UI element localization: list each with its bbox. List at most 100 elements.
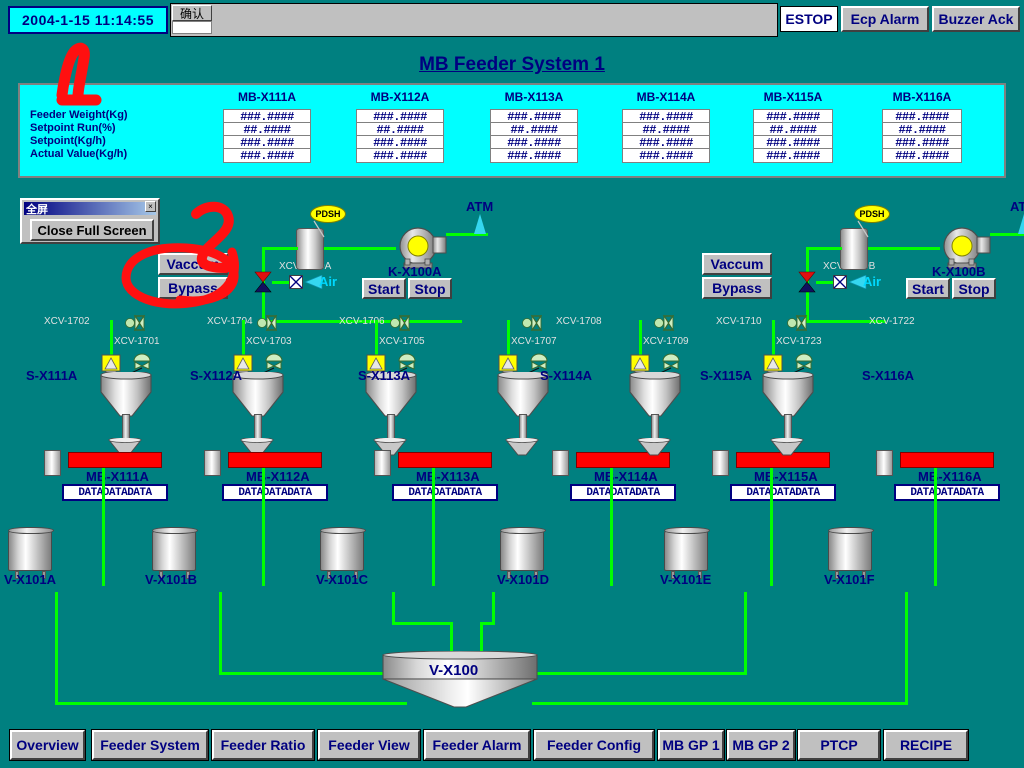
tank-lid-5 xyxy=(664,527,710,534)
silo-tag-3: S-X113A xyxy=(358,368,411,383)
pipe-segment xyxy=(242,320,245,358)
air-label-1: Air xyxy=(319,274,338,289)
main-vessel xyxy=(380,650,540,709)
tank-tag-4: V-X101D xyxy=(497,572,550,587)
pipe-segment xyxy=(324,247,396,250)
pipe-segment xyxy=(816,281,834,284)
feeder-bar-1 xyxy=(68,452,162,468)
navigation-bar: Overview Feeder System Feeder Ratio Feeder … xyxy=(0,726,1024,768)
feeder-bar-3 xyxy=(398,452,492,468)
blower-2 xyxy=(940,225,992,269)
silo-valve-tag-2: XCV-1703 xyxy=(246,336,292,347)
silo-valve-tag-6: XCV-1723 xyxy=(776,336,822,347)
pipe-segment xyxy=(102,468,105,586)
silo-valve-tag-4: XCV-1707 xyxy=(511,336,557,347)
air-label-2: Air xyxy=(863,274,882,289)
blower-tag-2: K-X100B xyxy=(932,264,986,279)
silo-body-6 xyxy=(760,370,816,420)
bypass-button-1[interactable]: Bypass xyxy=(158,277,228,299)
nav-button-feeder-alarm[interactable]: Feeder Alarm xyxy=(423,729,531,761)
top-valve-1[interactable] xyxy=(125,314,146,332)
silo-valve-tag-1: XCV-1701 xyxy=(114,336,160,347)
nav-button-mb-gp-1[interactable]: MB GP 1 xyxy=(657,729,725,761)
nav-button-feeder-system[interactable]: Feeder System xyxy=(91,729,209,761)
stop-button-1[interactable]: Stop xyxy=(408,278,452,299)
feeder-motor-4 xyxy=(552,450,569,476)
three-way-valve-1[interactable] xyxy=(254,271,272,293)
atm-vent-icon-1 xyxy=(474,214,486,234)
top-valve-tag-6: XCV-1722 xyxy=(869,316,915,327)
feeder-tag-1: MB-X111A xyxy=(86,469,149,484)
feeder-motor-3 xyxy=(374,450,391,476)
silo-tag-5: S-X115A xyxy=(700,368,753,383)
blower-tag-1: K-X100A xyxy=(388,264,442,279)
bypass-button-2[interactable]: Bypass xyxy=(702,277,772,299)
start-button-2[interactable]: Start xyxy=(906,278,950,299)
top-valve-tag-5: XCV-1710 xyxy=(716,316,762,327)
pipe-segment xyxy=(639,320,642,358)
feeder-data-box-2: DATADATADATA xyxy=(222,484,328,501)
mimic-diagram: VaccumBypassAirXCV-1700APDSHATMK-X100ASt… xyxy=(0,0,1024,768)
nav-button-feeder-ratio[interactable]: Feeder Ratio xyxy=(211,729,315,761)
top-valve-5[interactable] xyxy=(654,314,675,332)
feeder-motor-5 xyxy=(712,450,729,476)
atm-vent-icon-2 xyxy=(1018,214,1024,234)
pipe-segment xyxy=(110,320,113,358)
close-icon[interactable]: × xyxy=(145,201,156,212)
tank-tag-1: V-X101A xyxy=(4,572,57,587)
air-valve-1[interactable] xyxy=(289,275,303,289)
tank-6 xyxy=(828,527,874,579)
pipe-segment xyxy=(55,592,58,702)
silo-body-1 xyxy=(98,370,154,420)
close-full-screen-button[interactable]: Close Full Screen xyxy=(30,219,154,241)
silo-body-5 xyxy=(627,370,683,420)
tank-lid-4 xyxy=(500,527,546,534)
tank-4 xyxy=(500,527,546,579)
top-valve-tag-4: XCV-1708 xyxy=(556,316,602,327)
air-valve-2[interactable] xyxy=(833,275,847,289)
main-vessel-label: V-X100 xyxy=(429,662,479,679)
fullscreen-dialog[interactable]: 全屏 × Close Full Screen xyxy=(20,198,160,244)
feeder-motor-6 xyxy=(876,450,893,476)
top-valve-6[interactable] xyxy=(787,314,808,332)
tank-1 xyxy=(8,527,54,579)
pipe-segment xyxy=(507,320,510,358)
top-valve-tag-1: XCV-1702 xyxy=(44,316,90,327)
discharge-cone-4 xyxy=(504,437,540,456)
pipe-segment xyxy=(610,468,613,586)
vaccum-button-1[interactable]: Vaccum xyxy=(158,253,228,275)
discharge-cone-6 xyxy=(769,437,805,456)
stop-button-2[interactable]: Stop xyxy=(952,278,996,299)
top-valve-4[interactable] xyxy=(522,314,543,332)
nav-button-mb-gp-2[interactable]: MB GP 2 xyxy=(726,729,796,761)
nav-button-ptcp[interactable]: PTCP xyxy=(797,729,881,761)
pipe-segment xyxy=(272,281,290,284)
nav-button-recipe[interactable]: RECIPE xyxy=(883,729,969,761)
tank-tag-5: V-X101E xyxy=(660,572,712,587)
nav-button-overview[interactable]: Overview xyxy=(9,729,86,761)
pipe-segment xyxy=(772,320,775,358)
tank-lid-3 xyxy=(320,527,366,534)
feeder-bar-2 xyxy=(228,452,322,468)
pipe-segment xyxy=(868,247,940,250)
silo-tag-4: S-X114A xyxy=(540,368,593,383)
pipe-segment xyxy=(375,320,378,358)
nav-button-feeder-view[interactable]: Feeder View xyxy=(317,729,421,761)
nav-button-feeder-config[interactable]: Feeder Config xyxy=(533,729,655,761)
pdsh-leader-line-2 xyxy=(854,220,878,238)
top-valve-2[interactable] xyxy=(257,314,278,332)
pipe-segment xyxy=(219,592,222,672)
tank-tag-2: V-X101B xyxy=(145,572,198,587)
silo-valve-tag-3: XCV-1705 xyxy=(379,336,425,347)
feeder-motor-2 xyxy=(204,450,221,476)
three-way-valve-2[interactable] xyxy=(798,271,816,293)
tank-tag-6: V-X101F xyxy=(824,572,875,587)
top-valve-3[interactable] xyxy=(390,314,411,332)
vaccum-button-2[interactable]: Vaccum xyxy=(702,253,772,275)
start-button-1[interactable]: Start xyxy=(362,278,406,299)
pipe-segment xyxy=(905,592,908,702)
tank-lid-2 xyxy=(152,527,198,534)
silo-tag-1: S-X111A xyxy=(26,368,78,383)
tank-tag-3: V-X101C xyxy=(316,572,369,587)
silo-tag-2: S-X112A xyxy=(190,368,243,383)
